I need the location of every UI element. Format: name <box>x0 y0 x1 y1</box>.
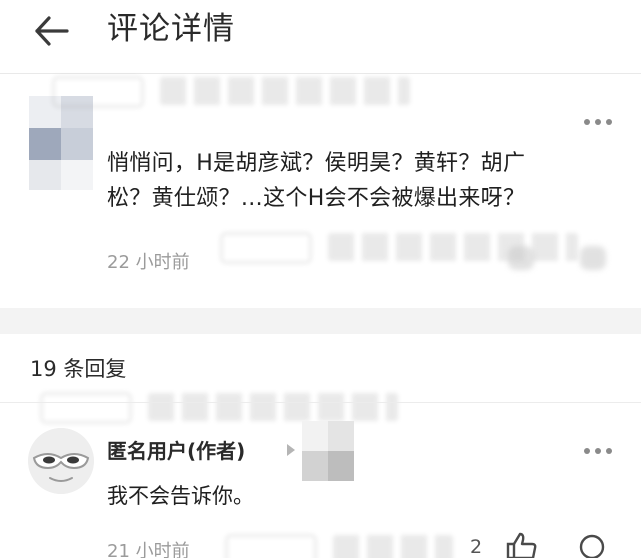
like-count: 2 <box>470 536 483 558</box>
reply-icon[interactable] <box>580 246 606 270</box>
back-button[interactable] <box>33 13 73 49</box>
reply-author[interactable]: 匿名用户(作者) <box>107 437 245 465</box>
top-bar: 评论详情 <box>0 0 641 64</box>
reply-time: 21 小时前 <box>107 541 190 558</box>
author-badge <box>302 421 354 481</box>
arrow-left-icon <box>35 16 69 46</box>
comment-detail-page: 评论详情 悄悄问，H是胡彦斌？侯明昊？黄轩？胡广 松？黄仕颂？…这个H会不会被爆… <box>0 0 641 558</box>
reply-count: 19 条回复 <box>30 357 127 381</box>
comment-time: 22 小时前 <box>107 252 190 273</box>
comment-bubble-icon[interactable] <box>575 532 609 558</box>
watermark <box>40 390 440 426</box>
page-title: 评论详情 <box>107 11 235 47</box>
watermark <box>220 230 620 266</box>
watermark <box>225 532 465 558</box>
like-icon[interactable] <box>508 246 534 270</box>
reply-text: 我不会告诉你。 <box>107 484 254 508</box>
reply-divider <box>0 402 641 403</box>
comment-text: 悄悄问，H是胡彦斌？侯明昊？黄轩？胡广 松？黄仕颂？…这个H会不会被爆出来呀？ <box>107 151 526 211</box>
section-separator <box>0 308 641 334</box>
anonymous-avatar[interactable] <box>28 428 94 494</box>
thumbs-up-icon[interactable] <box>504 532 538 558</box>
more-dots-icon[interactable] <box>584 117 614 127</box>
anonymous-mask-icon <box>28 428 94 494</box>
main-comment: 悄悄问，H是胡彦斌？侯明昊？黄轩？胡广 松？黄仕颂？…这个H会不会被爆出来呀？ … <box>0 74 641 308</box>
watermark <box>52 74 432 110</box>
avatar[interactable] <box>29 96 93 190</box>
more-dots-icon[interactable] <box>584 446 614 456</box>
chevron-right-icon <box>287 444 295 456</box>
